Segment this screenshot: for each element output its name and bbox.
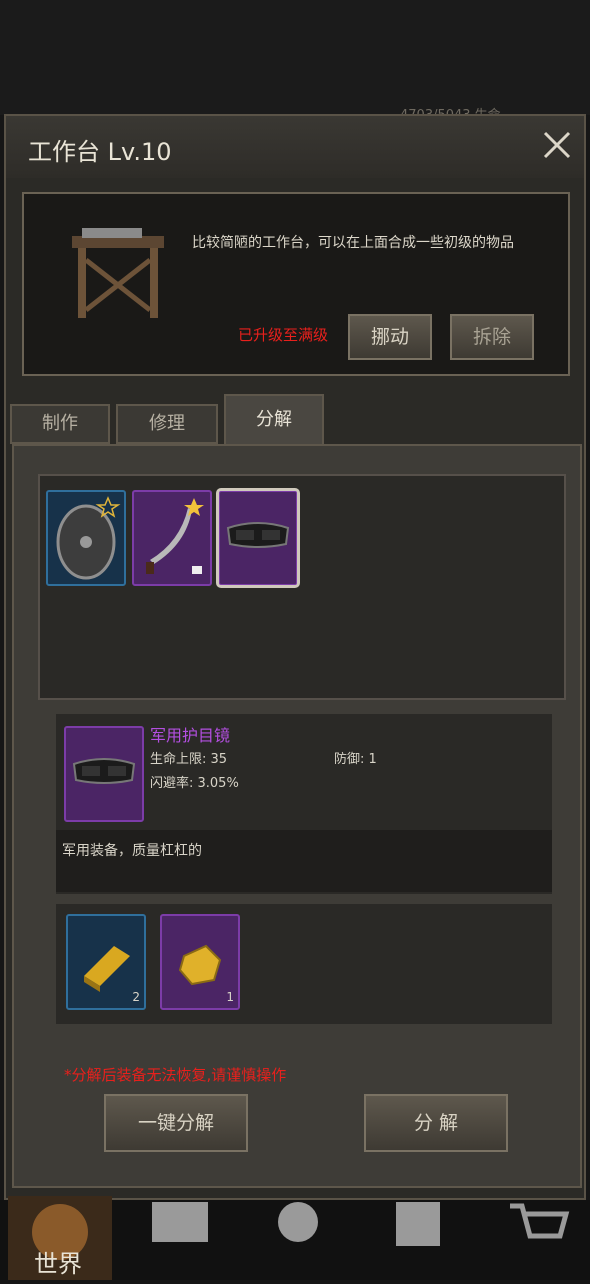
dismantle-button[interactable]: 拆除 xyxy=(450,314,534,360)
inventory-slot-sword[interactable] xyxy=(132,490,212,586)
page-title: 工作台 Lv.10 xyxy=(28,138,172,166)
material-count: 2 xyxy=(132,990,140,1004)
close-button[interactable] xyxy=(540,128,574,162)
cart-icon xyxy=(510,1203,570,1239)
move-button[interactable]: 挪动 xyxy=(348,314,432,360)
nav-crafting[interactable] xyxy=(390,1196,460,1256)
inventory-slot-shield[interactable] xyxy=(46,490,126,586)
material-count: 1 xyxy=(226,990,234,1004)
one-click-decompose-button[interactable]: 一键分解 xyxy=(104,1094,248,1152)
panel-header: 工作台 Lv.10 xyxy=(6,116,584,178)
inventory-grid xyxy=(38,474,566,700)
item-name: 军用护目镜 xyxy=(150,726,231,745)
tab-craft[interactable]: 制作 xyxy=(10,404,110,444)
workbench-info: 比较简陋的工作台，可以在上面合成一些初级的物品 已升级至满级 挪动 拆除 xyxy=(22,192,570,376)
nav-shop[interactable] xyxy=(504,1196,574,1256)
inventory-slot-goggles[interactable] xyxy=(216,488,300,588)
tab-decompose[interactable]: 分解 xyxy=(224,394,324,446)
goggles-icon xyxy=(72,758,136,784)
sword-icon xyxy=(146,498,204,574)
item-description-box: 军用装备，质量杠杠的 xyxy=(56,830,552,892)
material-gold-ore: 1 xyxy=(160,914,240,1010)
max-level-status: 已升级至满级 xyxy=(238,326,329,344)
backpack-icon xyxy=(152,1202,208,1242)
workbench-panel: 工作台 Lv.10 比较简陋的工作台，可以在上面合成一些初级的物品 已升级至满级… xyxy=(4,114,586,1200)
decompose-content: 军用护目镜 生命上限: 35 防御: 1 闪避率: 3.05% 军用装备，质量杠… xyxy=(12,444,582,1188)
workbench-description: 比较简陋的工作台，可以在上面合成一些初级的物品 xyxy=(192,235,514,251)
nav-character[interactable] xyxy=(268,1196,338,1256)
shield-icon xyxy=(56,496,121,580)
material-gold-bar: 2 xyxy=(66,914,146,1010)
item-description: 军用装备，质量杠杠的 xyxy=(62,843,202,859)
grid-icon xyxy=(396,1202,440,1246)
nav-world[interactable]: 世界 xyxy=(8,1196,112,1280)
item-stat-defense: 防御: 1 xyxy=(334,752,377,767)
materials-list: 2 1 xyxy=(56,904,552,1024)
warning-text: *分解后装备无法恢复,请谨慎操作 xyxy=(64,1066,287,1084)
top-bar xyxy=(0,0,590,115)
detail-item-slot xyxy=(64,726,144,822)
tab-repair[interactable]: 修理 xyxy=(116,404,218,444)
decompose-button[interactable]: 分 解 xyxy=(364,1094,508,1152)
workbench-icon xyxy=(72,228,164,318)
nav-backpack[interactable] xyxy=(146,1196,216,1256)
goggles-icon xyxy=(226,522,290,548)
nav-world-label: 世界 xyxy=(34,1250,82,1278)
item-detail: 军用护目镜 生命上限: 35 防御: 1 闪避率: 3.05% 军用装备，质量杠… xyxy=(56,714,552,894)
item-stat-dodge: 闪避率: 3.05% xyxy=(150,776,239,791)
close-icon xyxy=(543,131,571,159)
head-icon xyxy=(278,1202,318,1242)
item-stat-hp: 生命上限: 35 xyxy=(150,752,228,767)
